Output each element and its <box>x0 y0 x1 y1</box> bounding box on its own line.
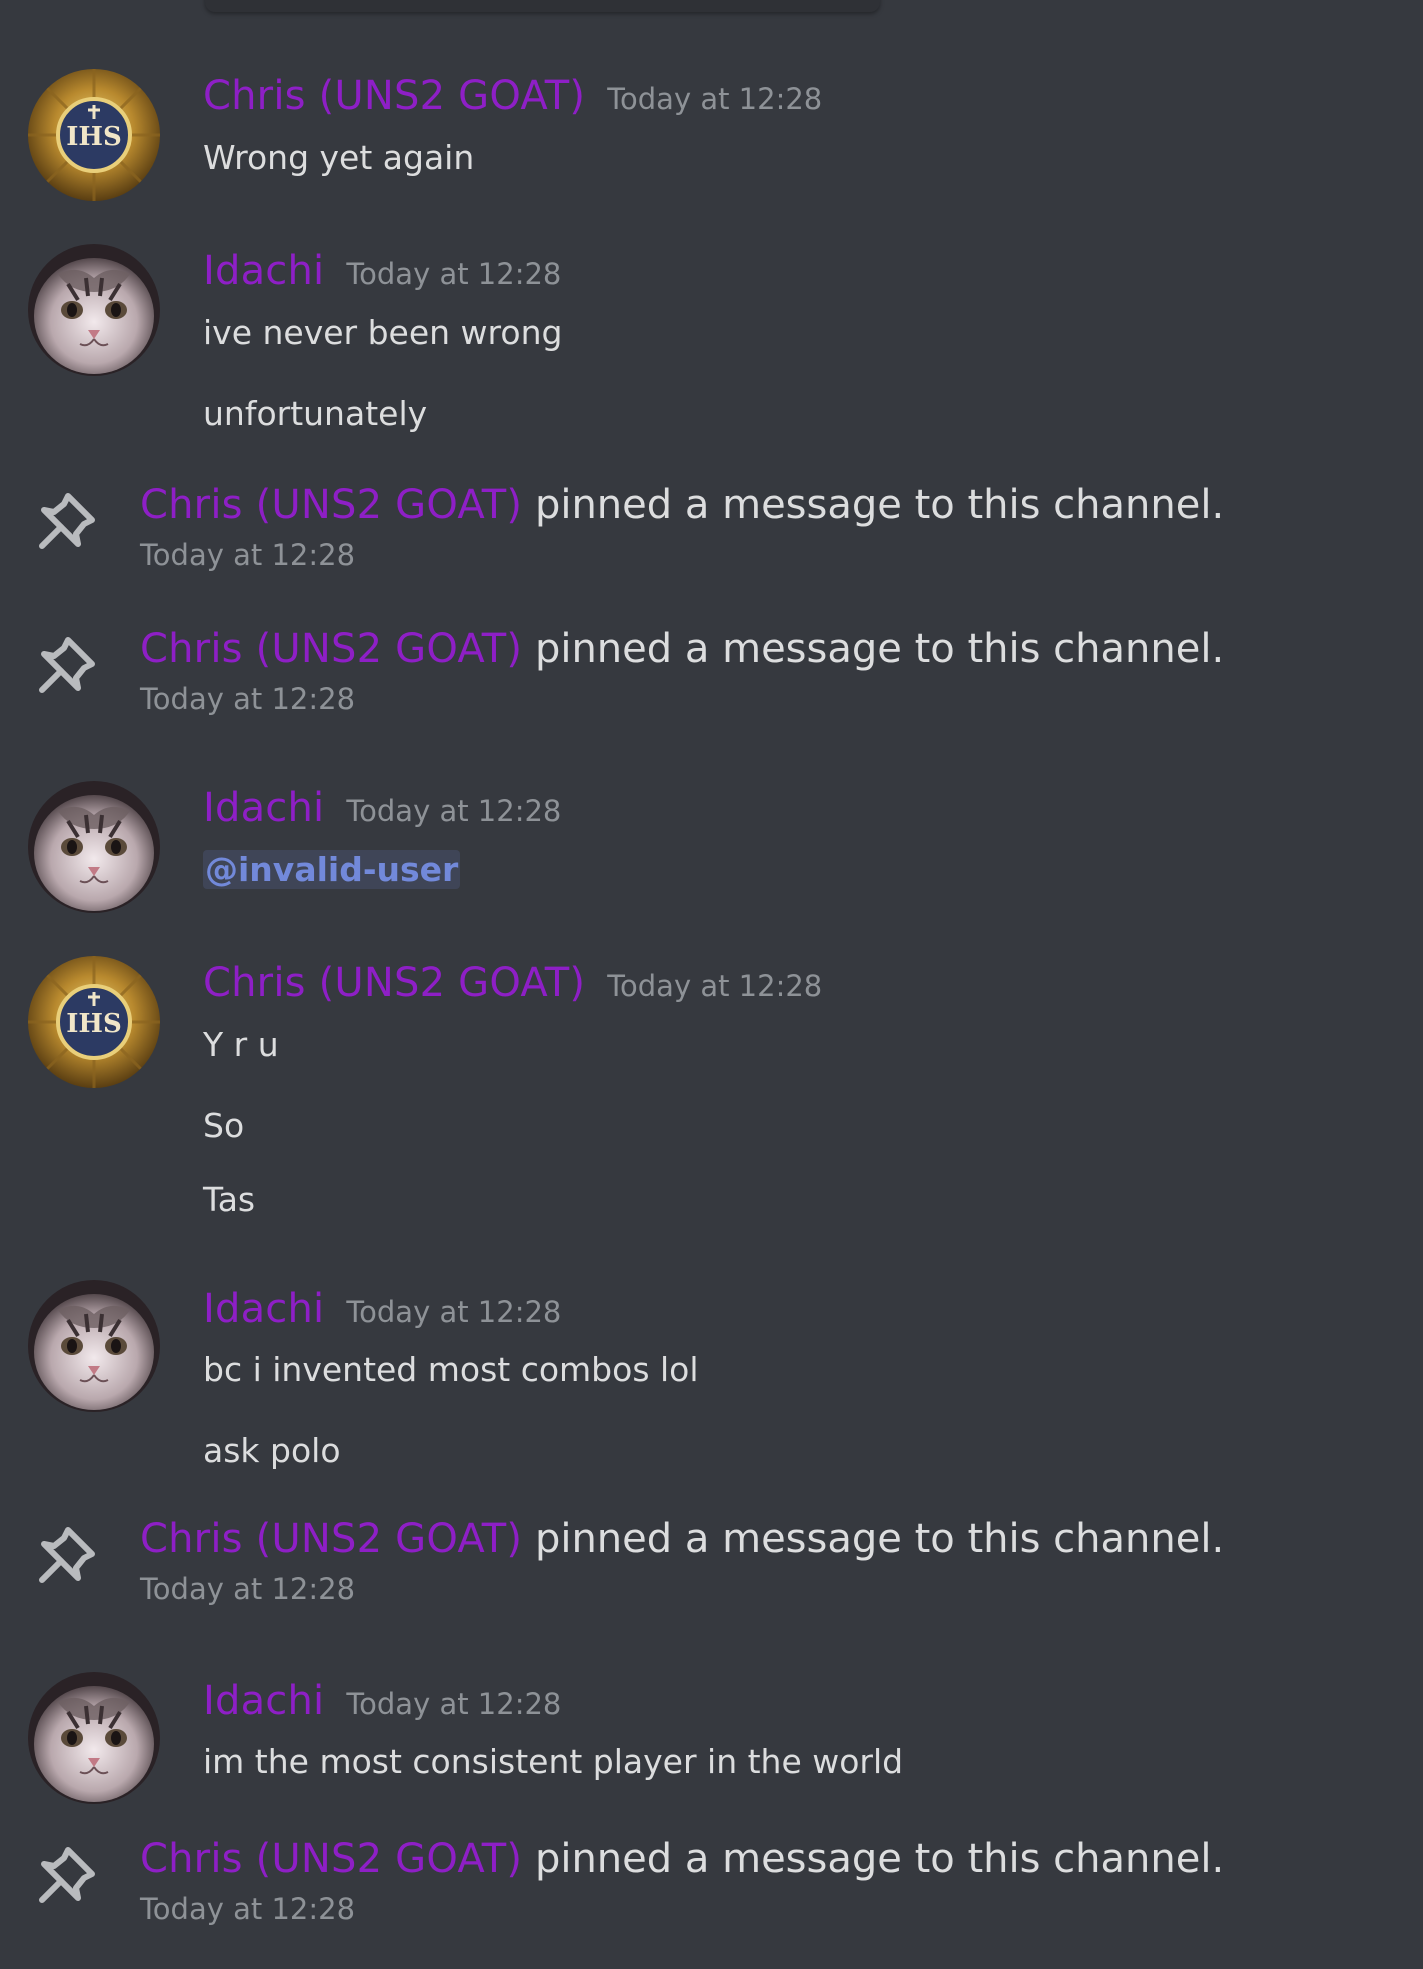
message-header: Idachi Today at 12:28 <box>203 1286 561 1332</box>
pin-notice-text[interactable]: pinned a message to this channel. <box>535 1836 1224 1882</box>
username[interactable]: Chris (UNS2 GOAT) <box>203 960 585 1006</box>
message-text: So <box>203 1106 245 1145</box>
pin-notice-text[interactable]: pinned a message to this channel. <box>535 1516 1224 1562</box>
username[interactable]: Chris (UNS2 GOAT) <box>140 1836 522 1882</box>
timestamp[interactable]: Today at 12:28 <box>346 1295 561 1329</box>
cat-avatar <box>28 1280 160 1412</box>
pin-icon <box>34 632 100 698</box>
system-pin-message: Chris (UNS2 GOAT) pinned a message to th… <box>0 478 1423 588</box>
pin-icon <box>34 1842 100 1908</box>
avatar[interactable] <box>28 69 160 201</box>
message-header: Idachi Today at 12:28 <box>203 785 561 831</box>
system-pin-message: Chris (UNS2 GOAT) pinned a message to th… <box>0 1832 1423 1942</box>
timestamp[interactable]: Today at 12:28 <box>140 538 355 572</box>
pin-notice-text[interactable]: pinned a message to this channel. <box>535 626 1224 672</box>
message-text: Wrong yet again <box>203 138 475 177</box>
message-text: unfortunately <box>203 394 428 433</box>
message-text: im the most consistent player in the wor… <box>203 1742 904 1781</box>
pin-notice: Chris (UNS2 GOAT) pinned a message to th… <box>140 626 1224 672</box>
username[interactable]: Idachi <box>203 1286 324 1332</box>
pin-notice: Chris (UNS2 GOAT) pinned a message to th… <box>140 1516 1224 1562</box>
username[interactable]: Chris (UNS2 GOAT) <box>140 1516 522 1562</box>
username[interactable]: Idachi <box>203 785 324 831</box>
message-text: Y r u <box>203 1025 279 1064</box>
username[interactable]: Chris (UNS2 GOAT) <box>140 626 522 672</box>
username[interactable]: Idachi <box>203 1678 324 1724</box>
chat-message-list[interactable]: Chris (UNS2 GOAT) Today at 12:28 Wrong ye… <box>0 0 1423 1969</box>
avatar[interactable] <box>28 1672 160 1804</box>
timestamp[interactable]: Today at 12:28 <box>607 82 822 116</box>
pin-icon <box>34 488 100 554</box>
timestamp[interactable]: Today at 12:28 <box>346 1687 561 1721</box>
ihs-emblem-avatar <box>28 69 160 201</box>
cat-avatar <box>28 781 160 913</box>
avatar[interactable] <box>28 956 160 1088</box>
message-header: Chris (UNS2 GOAT) Today at 12:28 <box>203 73 822 119</box>
ihs-emblem-avatar <box>28 956 160 1088</box>
username[interactable]: Chris (UNS2 GOAT) <box>140 482 522 528</box>
message-header: Idachi Today at 12:28 <box>203 1678 561 1724</box>
pin-notice-text[interactable]: pinned a message to this channel. <box>535 482 1224 528</box>
cat-avatar <box>28 244 160 376</box>
avatar[interactable] <box>28 244 160 376</box>
timestamp[interactable]: Today at 12:28 <box>140 1572 355 1606</box>
message-text: Tas <box>203 1180 256 1219</box>
pin-icon <box>34 1522 100 1588</box>
username[interactable]: Chris (UNS2 GOAT) <box>203 73 585 119</box>
message-text: @invalid-user <box>203 850 461 889</box>
timestamp[interactable]: Today at 12:28 <box>140 682 355 716</box>
pin-notice: Chris (UNS2 GOAT) pinned a message to th… <box>140 482 1224 528</box>
avatar[interactable] <box>28 781 160 913</box>
user-mention[interactable]: @invalid-user <box>203 850 461 889</box>
system-pin-message: Chris (UNS2 GOAT) pinned a message to th… <box>0 622 1423 732</box>
cat-avatar <box>28 1672 160 1804</box>
username[interactable]: Idachi <box>203 248 324 294</box>
timestamp[interactable]: Today at 12:28 <box>346 257 561 291</box>
message-text: ask polo <box>203 1431 341 1470</box>
timestamp[interactable]: Today at 12:28 <box>140 1892 355 1926</box>
system-pin-message: Chris (UNS2 GOAT) pinned a message to th… <box>0 1512 1423 1622</box>
timestamp[interactable]: Today at 12:28 <box>607 969 822 1003</box>
pin-notice: Chris (UNS2 GOAT) pinned a message to th… <box>140 1836 1224 1882</box>
message-header: Chris (UNS2 GOAT) Today at 12:28 <box>203 960 822 1006</box>
message-header: Idachi Today at 12:28 <box>203 248 561 294</box>
timestamp[interactable]: Today at 12:28 <box>346 794 561 828</box>
embed-preview[interactable] <box>205 0 880 12</box>
message-text: bc i invented most combos lol <box>203 1350 699 1389</box>
message-text: ive never been wrong <box>203 313 563 352</box>
avatar[interactable] <box>28 1280 160 1412</box>
